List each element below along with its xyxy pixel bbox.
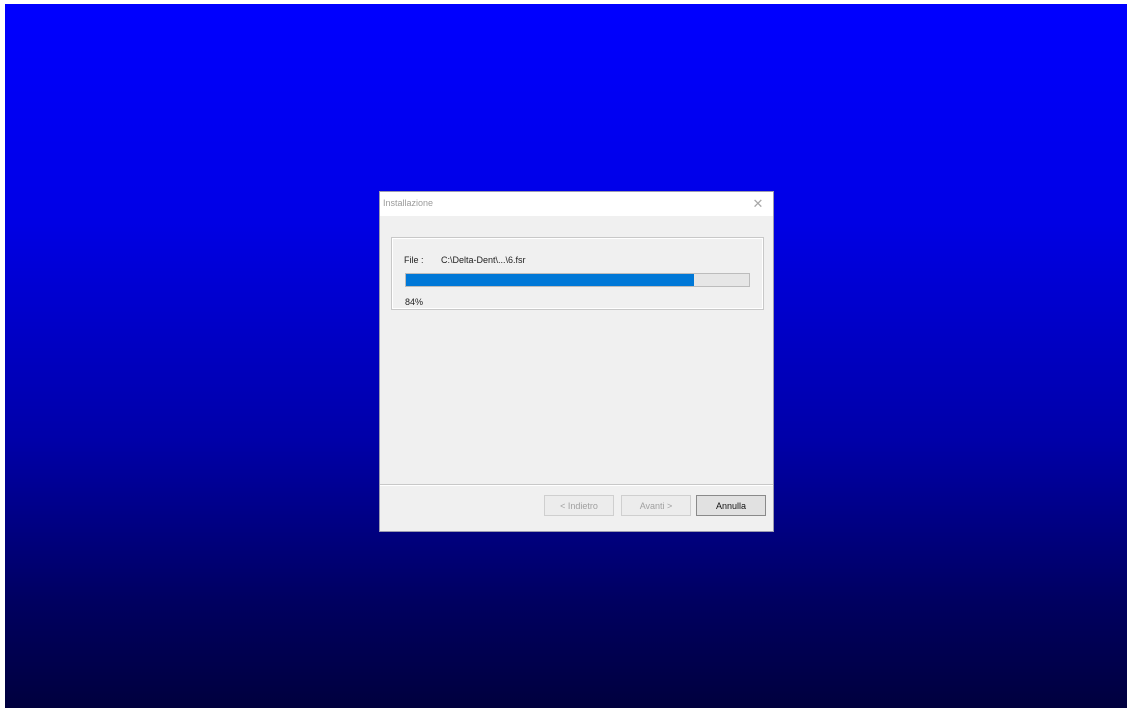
- progress-group: File : C:\Delta-Dent\...\6.fsr 84%: [391, 237, 764, 310]
- progress-percent: 84%: [405, 297, 424, 307]
- progress-bar-fill: [406, 274, 695, 286]
- back-button[interactable]: < Indietro: [544, 495, 614, 516]
- installation-dialog: Installazione ✕ File : C:\Delta-Dent\...…: [379, 191, 774, 532]
- file-path: C:\Delta-Dent\...\6.fsr: [441, 255, 526, 265]
- close-icon: ✕: [752, 196, 764, 211]
- cancel-button[interactable]: Annulla: [696, 495, 766, 516]
- file-label: File :: [404, 255, 424, 265]
- dialog-title: Installazione: [383, 198, 434, 208]
- next-button[interactable]: Avanti >: [621, 495, 691, 516]
- close-button[interactable]: ✕: [743, 192, 773, 216]
- button-separator: [380, 484, 773, 486]
- desktop-background: Installazione ✕ File : C:\Delta-Dent\...…: [5, 4, 1127, 708]
- progress-bar: [405, 273, 750, 287]
- dialog-titlebar: Installazione ✕: [380, 192, 773, 216]
